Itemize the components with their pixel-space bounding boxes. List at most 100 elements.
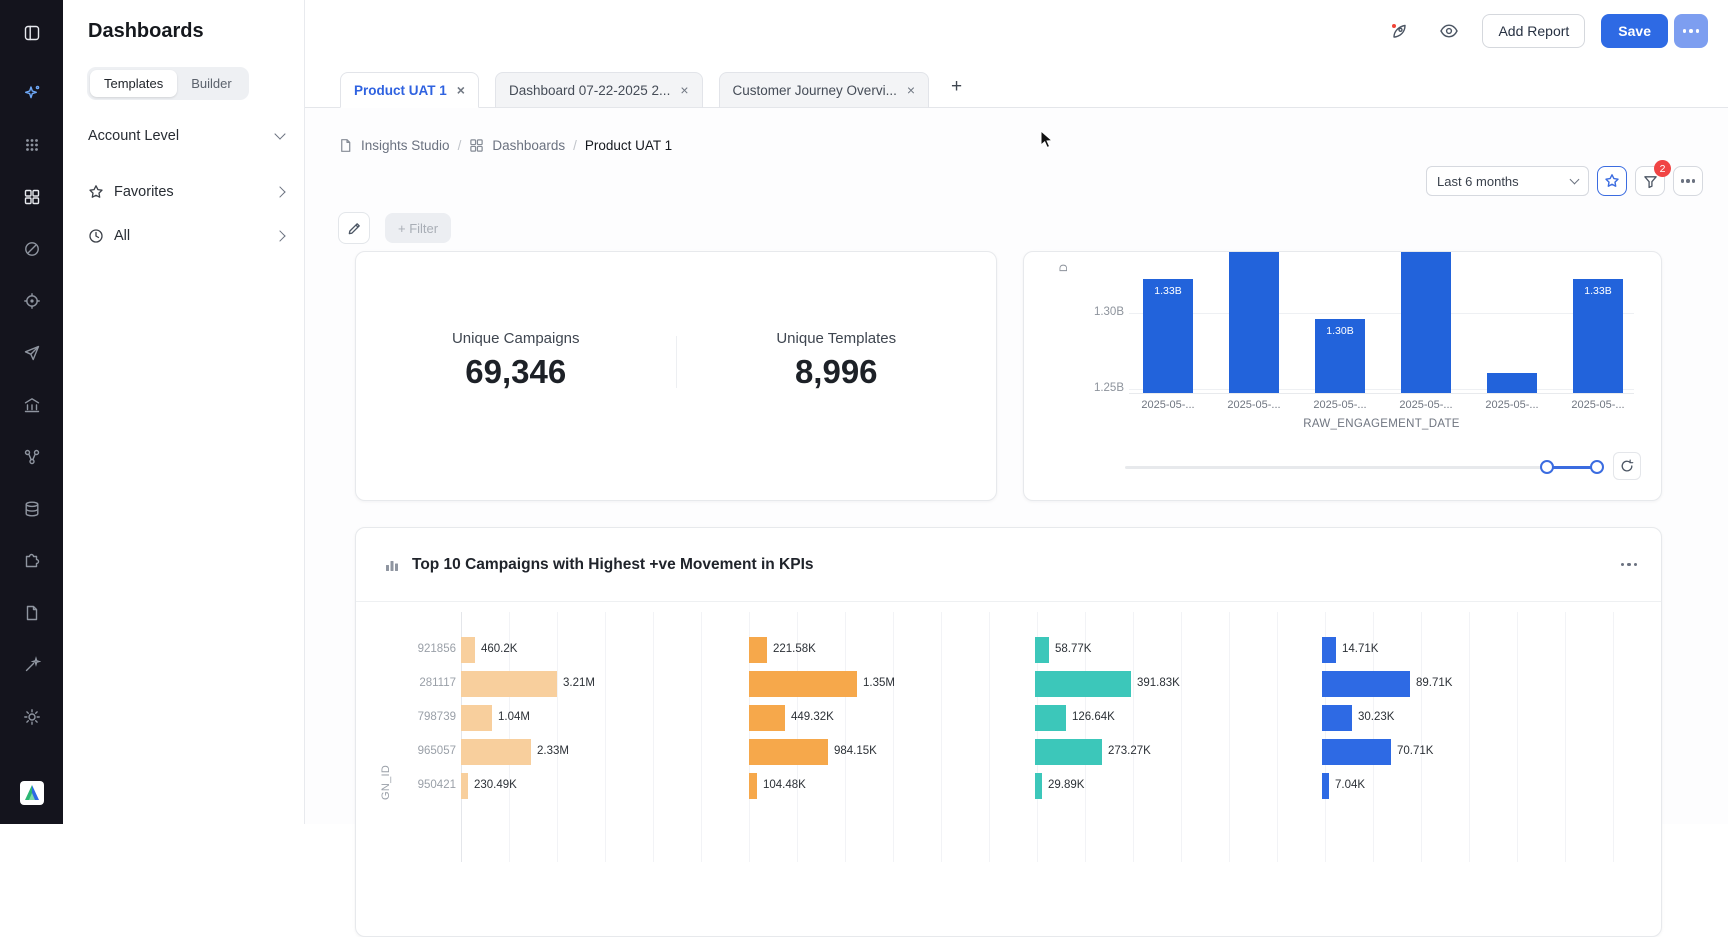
- category-label: 965057: [394, 745, 456, 757]
- add-filter-button[interactable]: + Filter: [385, 213, 451, 243]
- campaign-bar[interactable]: [1035, 705, 1066, 731]
- filter-count-badge: 2: [1654, 160, 1671, 177]
- campaign-bar[interactable]: [461, 671, 557, 697]
- campaign-bar[interactable]: [1035, 773, 1042, 799]
- tab-close-icon[interactable]: ×: [907, 83, 915, 97]
- more-options-icon: [1681, 179, 1685, 183]
- engagement-bar[interactable]: 1.33B: [1143, 279, 1193, 393]
- tab-close-icon[interactable]: ×: [680, 83, 688, 97]
- database-icon[interactable]: [19, 496, 45, 522]
- engagement-bar[interactable]: [1229, 252, 1279, 393]
- gridline: [989, 612, 990, 862]
- bar-value-label: 449.32K: [791, 711, 834, 723]
- add-tab-button[interactable]: +: [945, 76, 968, 98]
- gridline: [1129, 313, 1634, 314]
- refresh-button[interactable]: [1613, 452, 1641, 480]
- top-header: Add Report Save: [305, 0, 1728, 62]
- favorite-star-button[interactable]: [1597, 166, 1627, 196]
- more-filters-button[interactable]: [1673, 166, 1703, 196]
- workflow-icon[interactable]: [19, 444, 45, 470]
- campaign-bar[interactable]: [749, 773, 757, 799]
- campaign-bar[interactable]: [1035, 671, 1131, 697]
- dashboard-grid-icon[interactable]: [19, 184, 45, 210]
- magic-wand-icon[interactable]: [19, 652, 45, 678]
- add-report-button[interactable]: Add Report: [1482, 14, 1585, 48]
- campaign-bar[interactable]: [1322, 739, 1391, 765]
- campaign-bar[interactable]: [461, 637, 475, 663]
- tab-customer-journey-overview[interactable]: Customer Journey Overvi... ×: [719, 72, 930, 108]
- engagement-bar[interactable]: 1.33B: [1573, 279, 1623, 393]
- sidebar-item-account-level[interactable]: Account Level: [63, 114, 304, 158]
- engagement-bar[interactable]: [1487, 373, 1537, 393]
- bank-icon[interactable]: [19, 392, 45, 418]
- campaign-bar[interactable]: [1322, 773, 1329, 799]
- x-axis-title: RAW_ENGAGEMENT_DATE: [1129, 418, 1634, 430]
- bar-value-label: 30.23K: [1358, 711, 1394, 723]
- card-more-button[interactable]: [1621, 563, 1638, 567]
- chevron-right-icon: [274, 230, 285, 241]
- campaign-bar[interactable]: [461, 739, 531, 765]
- toggle-option-builder[interactable]: Builder: [177, 70, 245, 97]
- copilot-icon[interactable]: [1382, 14, 1416, 48]
- preview-eye-icon[interactable]: [1432, 14, 1466, 48]
- more-options-button[interactable]: [1674, 14, 1708, 48]
- breadcrumb-insights-studio[interactable]: Insights Studio: [361, 138, 450, 153]
- favorites-label: Favorites: [114, 184, 174, 200]
- campaign-bar[interactable]: [461, 773, 468, 799]
- send-icon[interactable]: [19, 340, 45, 366]
- campaign-bar[interactable]: [749, 739, 828, 765]
- campaign-bar[interactable]: [1322, 705, 1352, 731]
- sidebar-toggle-icon[interactable]: [19, 20, 45, 46]
- toggle-option-templates[interactable]: Templates: [90, 70, 177, 97]
- gridline: [1181, 612, 1182, 862]
- tab-dashboard-07-22-2025[interactable]: Dashboard 07-22-2025 2... ×: [495, 72, 703, 108]
- puzzle-icon[interactable]: [19, 548, 45, 574]
- bar-value-label: 70.71K: [1397, 745, 1433, 757]
- page-title: Dashboards: [63, 0, 304, 43]
- gridline: [1129, 389, 1634, 390]
- gridline: [1613, 612, 1614, 862]
- engagement-bar[interactable]: 1.30B: [1315, 319, 1365, 393]
- slider-handle-right[interactable]: [1590, 460, 1604, 474]
- sidebar-item-favorites[interactable]: Favorites: [63, 170, 304, 214]
- brand-logo[interactable]: [19, 780, 45, 806]
- x-tick-label: 2025-05-...: [1399, 399, 1452, 411]
- gridline: [605, 612, 606, 862]
- tab-label: Product UAT 1: [354, 83, 447, 98]
- document-icon[interactable]: [19, 600, 45, 626]
- sidebar-item-all[interactable]: All: [63, 214, 304, 258]
- sparkles-icon[interactable]: [19, 80, 45, 106]
- save-button[interactable]: Save: [1601, 14, 1668, 48]
- left-panel: Dashboards Templates Builder Account Lev…: [63, 0, 305, 824]
- bar-value-label: 1.30B: [1315, 325, 1365, 337]
- campaign-bar[interactable]: [461, 705, 492, 731]
- campaign-bar[interactable]: [749, 671, 857, 697]
- campaign-bar[interactable]: [1035, 739, 1102, 765]
- kpi-unique-templates: Unique Templates 8,996: [677, 252, 997, 500]
- engagement-bar[interactable]: [1401, 252, 1451, 393]
- target-icon[interactable]: [19, 288, 45, 314]
- breadcrumb-dashboards[interactable]: Dashboards: [492, 138, 565, 153]
- gridline: [701, 612, 702, 862]
- gridline: [845, 612, 846, 862]
- campaign-bar[interactable]: [1035, 637, 1049, 663]
- campaign-bar[interactable]: [1322, 637, 1336, 663]
- tab-close-icon[interactable]: ×: [457, 83, 465, 97]
- campaign-bar[interactable]: [1322, 671, 1410, 697]
- apps-dots-icon[interactable]: [19, 132, 45, 158]
- filter-button[interactable]: 2: [1635, 166, 1665, 196]
- tab-product-uat-1[interactable]: Product UAT 1 ×: [340, 72, 479, 108]
- edit-button[interactable]: [338, 212, 370, 244]
- gear-icon[interactable]: [19, 704, 45, 730]
- campaign-bar[interactable]: [749, 705, 785, 731]
- date-range-value: Last 6 months: [1437, 174, 1519, 189]
- bar-value-label: 14.71K: [1342, 643, 1378, 655]
- bar-value-label: 391.83K: [1137, 677, 1180, 689]
- date-range-select[interactable]: Last 6 months: [1426, 166, 1589, 196]
- compass-icon[interactable]: [19, 236, 45, 262]
- campaign-bar[interactable]: [749, 637, 767, 663]
- gridline: [1565, 612, 1566, 862]
- zoom-slider-track[interactable]: [1125, 466, 1601, 469]
- x-axis-line: [1129, 393, 1634, 394]
- slider-handle-left[interactable]: [1540, 460, 1554, 474]
